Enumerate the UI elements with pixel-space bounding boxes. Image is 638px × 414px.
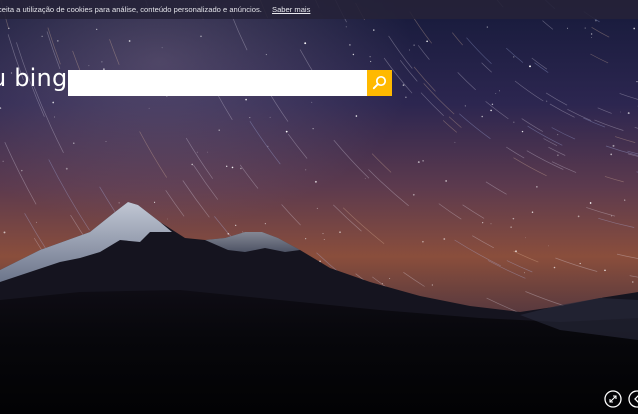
search-icon (372, 75, 387, 90)
background-image-star-trails-mountain (0, 0, 638, 414)
bing-logo[interactable]: u bing (0, 64, 67, 92)
cookie-consent-banner: ceita a utilização de cookies para análi… (0, 0, 638, 19)
bing-homepage: ceita a utilização de cookies para análi… (0, 0, 638, 414)
search-input[interactable] (68, 70, 367, 96)
previous-arrow-icon (628, 390, 638, 408)
cookie-consent-text: ceita a utilização de cookies para análi… (0, 5, 262, 14)
previous-image-button[interactable] (628, 390, 638, 408)
learn-more-link[interactable]: Saber mais (272, 0, 310, 19)
expand-icon (604, 390, 622, 408)
search-button[interactable] (367, 70, 392, 96)
fullscreen-button[interactable] (604, 390, 622, 408)
